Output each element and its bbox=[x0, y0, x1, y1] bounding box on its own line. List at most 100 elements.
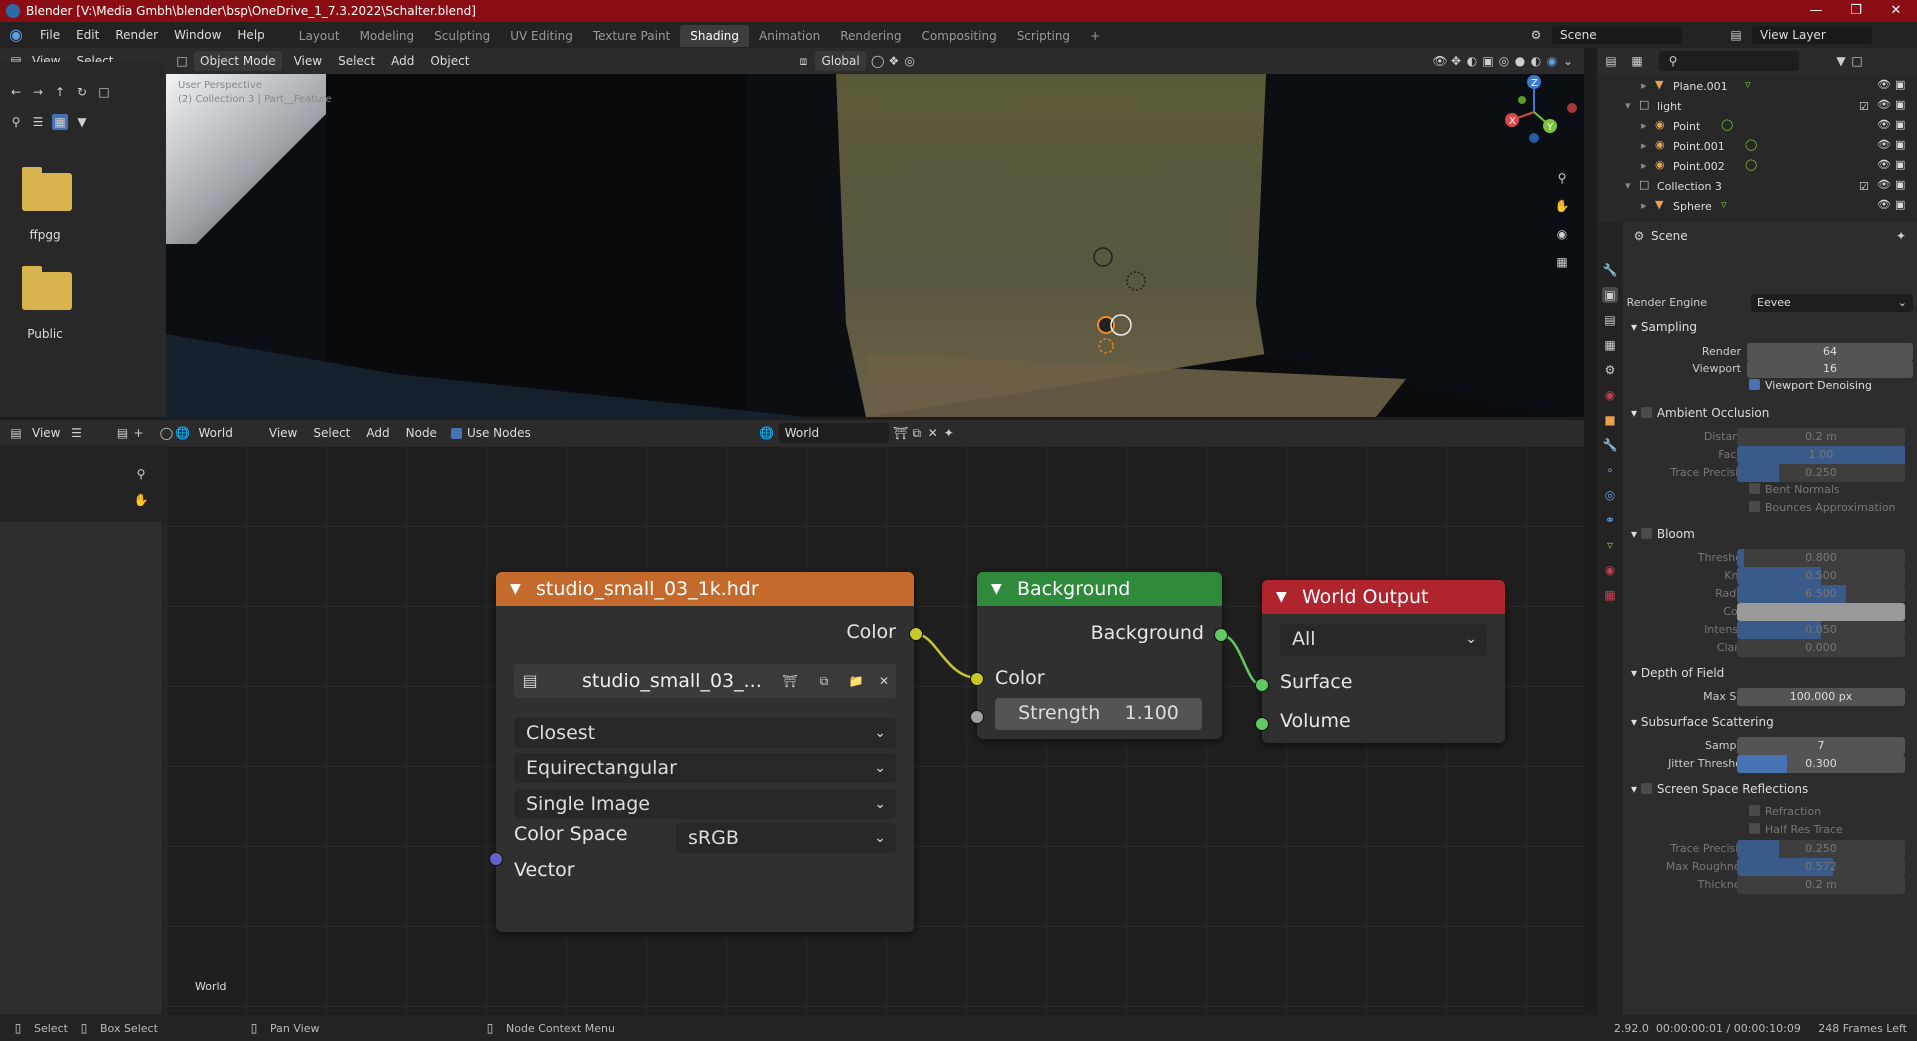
outliner-item-label[interactable]: Point bbox=[1673, 120, 1700, 133]
outliner-row[interactable]: ▸ ▼ Sphere ▿ 👁 ▣ bbox=[1597, 196, 1917, 216]
tab-animation[interactable]: Animation bbox=[749, 25, 830, 47]
filter-icon[interactable]: ▼ bbox=[74, 114, 90, 130]
camera-view-icon[interactable]: ◉ bbox=[1554, 226, 1570, 242]
pin-icon[interactable]: ✦ bbox=[1893, 228, 1909, 244]
image-editor-canvas[interactable] bbox=[0, 522, 162, 1014]
background-node[interactable]: ▼ Background Background Color Strength 1… bbox=[977, 572, 1222, 739]
refresh-icon[interactable]: ↻ bbox=[74, 84, 90, 100]
checkbox[interactable] bbox=[1749, 379, 1760, 390]
outliner-row[interactable]: ▾ □ Collection 3 ☑ 👁 ▣ bbox=[1597, 176, 1917, 196]
blender-menu-icon[interactable]: ◉ bbox=[8, 27, 24, 43]
ao-panel-header[interactable]: ▾ Ambient Occlusion bbox=[1631, 406, 1769, 420]
object-mode-dropdown[interactable]: Object Mode bbox=[194, 51, 282, 71]
expand-arrow-icon[interactable]: ▸ bbox=[1641, 139, 1647, 152]
outliner-row[interactable]: ▾ □ light ☑ 👁 ▣ bbox=[1597, 96, 1917, 116]
checkbox[interactable] bbox=[1749, 501, 1760, 512]
navigation-gizmo[interactable]: Z X Y bbox=[1496, 74, 1580, 148]
bloom-panel-header[interactable]: ▾ Bloom bbox=[1631, 527, 1695, 541]
outliner-item-label[interactable]: light bbox=[1657, 100, 1681, 113]
pin-icon[interactable]: ✦ bbox=[941, 425, 957, 441]
parent-dir-icon[interactable]: ↑ bbox=[52, 84, 68, 100]
strength-field[interactable]: Strength 1.100 bbox=[995, 698, 1202, 730]
tab-shading[interactable]: Shading bbox=[680, 25, 749, 47]
material-tab-icon[interactable]: ◉ bbox=[1602, 562, 1618, 578]
bloom-color-swatch[interactable] bbox=[1737, 603, 1905, 621]
view-layer-selector[interactable]: View Layer bbox=[1752, 26, 1872, 44]
collection-checkbox[interactable]: ☑ bbox=[1859, 100, 1869, 113]
render-engine-dropdown[interactable]: Eevee ⌄ bbox=[1751, 294, 1913, 312]
outliner-row[interactable]: ▸ ◉ Point.002 ◯ 👁 ▣ bbox=[1597, 156, 1917, 176]
back-icon[interactable]: ← bbox=[8, 84, 24, 100]
duplicate-icon[interactable]: ⧉ bbox=[909, 425, 925, 441]
duplicate-icon[interactable]: ⧉ bbox=[816, 673, 832, 689]
modifier-tab-icon[interactable]: 🔧 bbox=[1602, 437, 1618, 453]
visibility-eye-icon[interactable]: 👁 bbox=[1877, 178, 1891, 191]
bounces-checkbox[interactable]: Bounces Approximation bbox=[1749, 501, 1896, 514]
sss-panel-header[interactable]: ▾ Subsurface Scattering bbox=[1631, 715, 1774, 729]
vp-menu-object[interactable]: Object bbox=[422, 48, 477, 74]
transform-orientation-dropdown[interactable]: Global bbox=[815, 51, 866, 71]
filter-icon[interactable]: ▼ bbox=[1833, 53, 1849, 69]
data-tab-icon[interactable]: ▿ bbox=[1602, 537, 1618, 553]
output-target-dropdown[interactable]: All ⌄ bbox=[1280, 624, 1487, 656]
list-view-icon[interactable]: ☰ bbox=[30, 114, 46, 130]
image-editor-icon[interactable]: ▤ bbox=[114, 425, 130, 441]
menu-edit[interactable]: Edit bbox=[68, 22, 107, 48]
world-output-node[interactable]: ▼ World Output All ⌄ Surface Volume bbox=[1262, 580, 1505, 743]
new-collection-icon[interactable]: □ bbox=[1849, 53, 1865, 69]
visibility-eye-icon[interactable]: 👁 bbox=[1877, 198, 1891, 211]
background-output-socket[interactable] bbox=[1214, 628, 1228, 642]
world-tab-icon[interactable]: ◉ bbox=[1602, 387, 1618, 403]
use-nodes-label[interactable]: Use Nodes bbox=[467, 420, 539, 446]
bloom-knee-slider[interactable]: 0.500 bbox=[1737, 567, 1905, 585]
surface-input-socket[interactable] bbox=[1255, 678, 1269, 692]
ortho-grid-icon[interactable]: ▦ bbox=[1554, 254, 1570, 270]
tab-compositing[interactable]: Compositing bbox=[911, 25, 1006, 47]
tab-uv-editing[interactable]: UV Editing bbox=[500, 25, 583, 47]
pan-hand-icon[interactable]: ✋ bbox=[133, 492, 149, 508]
viewport-denoising-checkbox[interactable]: Viewport Denoising bbox=[1749, 379, 1872, 392]
vp-menu-view[interactable]: View bbox=[286, 48, 330, 74]
color-space-dropdown[interactable]: sRGB ⌄ bbox=[676, 823, 896, 853]
fake-user-shield-icon[interactable]: ⛩ bbox=[782, 673, 798, 689]
tab-scripting[interactable]: Scripting bbox=[1007, 25, 1080, 47]
forward-icon[interactable]: → bbox=[30, 84, 46, 100]
render-camera-icon[interactable]: ▣ bbox=[1895, 198, 1905, 211]
ne-menu-node[interactable]: Node bbox=[398, 420, 445, 446]
expand-arrow-icon[interactable]: ▾ bbox=[1625, 179, 1631, 192]
outliner-search-input[interactable]: ⚲ bbox=[1659, 51, 1799, 71]
physics-tab-icon[interactable]: ◎ bbox=[1602, 487, 1618, 503]
world-datablock-field[interactable]: World bbox=[778, 423, 889, 443]
expand-arrow-icon[interactable]: ▾ bbox=[1625, 99, 1631, 112]
ne-menu-view[interactable]: View bbox=[261, 420, 305, 446]
open-folder-icon[interactable]: 📁 bbox=[848, 673, 864, 689]
ssr-panel-header[interactable]: ▾ Screen Space Reflections bbox=[1631, 782, 1808, 796]
volume-input-socket[interactable] bbox=[1255, 717, 1269, 731]
overlay-toggle-icon[interactable]: ◐ bbox=[1464, 53, 1480, 69]
image-texture-node[interactable]: ▼ studio_small_03_1k.hdr Color ▤ studio_… bbox=[496, 572, 914, 932]
dof-maxsize-field[interactable]: 100.000 px bbox=[1737, 688, 1905, 706]
unlink-icon[interactable]: ✕ bbox=[925, 425, 941, 441]
render-camera-icon[interactable]: ▣ bbox=[1895, 78, 1905, 91]
tab-modeling[interactable]: Modeling bbox=[350, 25, 425, 47]
add-workspace-button[interactable]: + bbox=[1080, 25, 1110, 47]
image-name-field[interactable]: studio_small_03_... bbox=[582, 666, 762, 696]
ssr-trace-slider[interactable]: 0.250 bbox=[1737, 840, 1905, 858]
3d-viewport[interactable]: User Perspective (2) Collection 3 | Part… bbox=[166, 74, 1584, 417]
refraction-checkbox[interactable]: Refraction bbox=[1749, 805, 1821, 818]
collection-checkbox[interactable]: ☑ bbox=[1859, 180, 1869, 193]
outliner-item-label[interactable]: Sphere bbox=[1673, 200, 1712, 213]
sss-samples-field[interactable]: 7 bbox=[1737, 737, 1905, 755]
expand-arrow-icon[interactable]: ▸ bbox=[1641, 159, 1647, 172]
collapse-arrow-icon[interactable]: ▼ bbox=[510, 572, 521, 606]
outliner-item-label[interactable]: Plane.001 bbox=[1673, 80, 1728, 93]
outliner-item-label[interactable]: Point.001 bbox=[1673, 140, 1725, 153]
vp-menu-add[interactable]: Add bbox=[383, 48, 422, 74]
bloom-enable-checkbox[interactable] bbox=[1640, 528, 1652, 539]
tab-texture-paint[interactable]: Texture Paint bbox=[583, 25, 680, 47]
outliner-row[interactable]: ▸ ◉ Point.001 ◯ 👁 ▣ bbox=[1597, 136, 1917, 156]
folder-label[interactable]: ffpgg bbox=[0, 228, 90, 242]
collapse-arrow-icon[interactable]: ▼ bbox=[991, 572, 1002, 606]
menu-file[interactable]: File bbox=[32, 22, 68, 48]
shading-rendered-icon[interactable]: ◉ bbox=[1544, 53, 1560, 69]
